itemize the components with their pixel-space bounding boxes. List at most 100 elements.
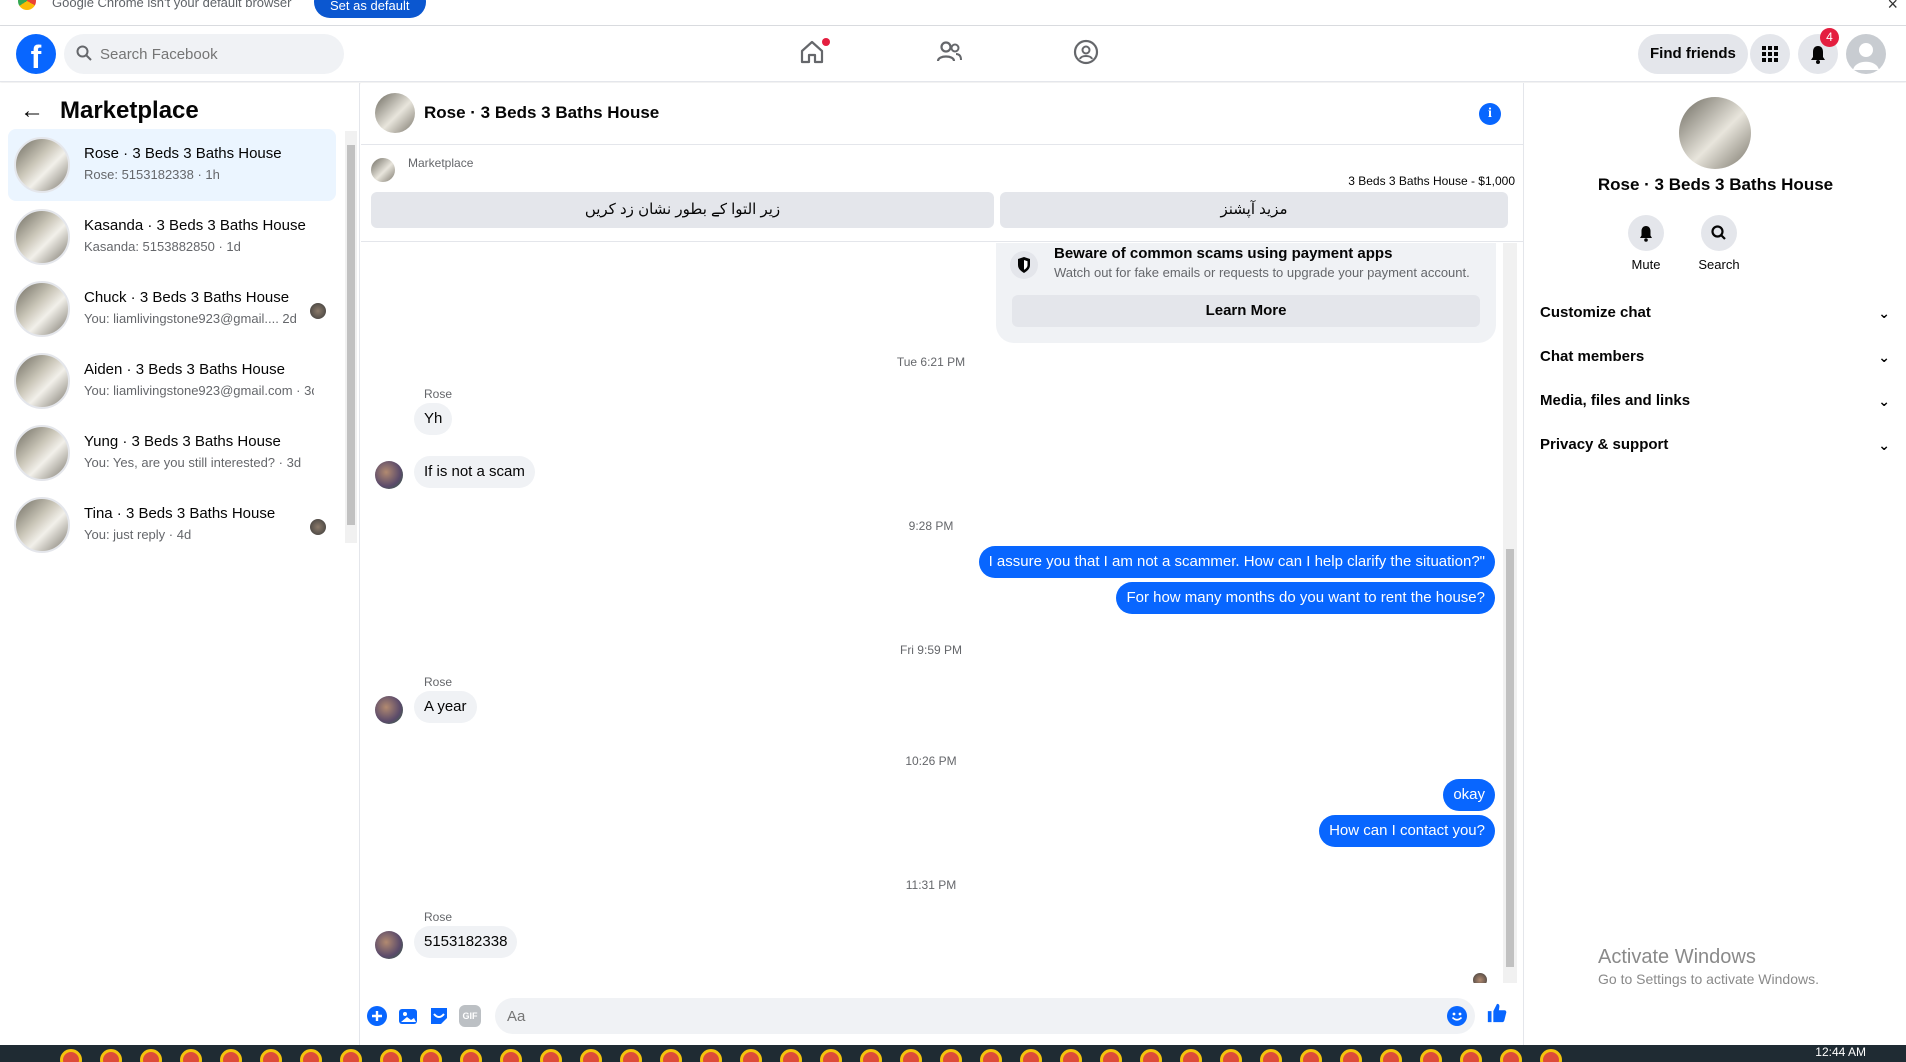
customize-chat-item[interactable]: Customize chat ⌄ (1540, 291, 1890, 335)
message-thread-scrollbar[interactable] (1503, 243, 1517, 983)
chrome-taskbar-icon[interactable] (740, 1049, 762, 1062)
message-bubble-incoming[interactable]: If is not a scam (414, 456, 535, 488)
listing-price[interactable]: 3 Beds 3 Baths House - $1,000 (1348, 174, 1515, 188)
message-input-field[interactable] (495, 998, 1475, 1034)
chrome-taskbar-icon[interactable] (1100, 1049, 1122, 1062)
gif-icon[interactable]: GIF (459, 1005, 481, 1027)
chrome-taskbar-icon[interactable] (1500, 1049, 1522, 1062)
conversation-item-yung[interactable]: Yung · 3 Beds 3 Baths House You: Yes, ar… (8, 417, 336, 489)
chat-members-item[interactable]: Chat members ⌄ (1540, 335, 1890, 379)
seen-avatar-icon (1473, 973, 1487, 983)
sender-avatar[interactable] (375, 696, 403, 724)
conversation-item-kasanda[interactable]: Kasanda · 3 Beds 3 Baths House Kasanda: … (8, 201, 336, 273)
mark-pending-button[interactable]: زیر التوا کے بطور نشان زد کریں (371, 192, 994, 228)
groups-icon[interactable] (1072, 38, 1104, 70)
sender-avatar[interactable] (375, 931, 403, 959)
message-bubble-outgoing[interactable]: For how many months do you want to rent … (1116, 582, 1495, 614)
chrome-taskbar-icon[interactable] (420, 1049, 442, 1062)
plus-icon[interactable] (366, 1005, 388, 1027)
message-bubble-incoming[interactable]: A year (414, 691, 477, 723)
conversation-item-aiden[interactable]: Aiden · 3 Beds 3 Baths House You: liamli… (8, 345, 336, 417)
scrollbar-thumb[interactable] (347, 145, 355, 525)
bell-icon[interactable] (1628, 215, 1664, 251)
chrome-taskbar-icon[interactable] (1340, 1049, 1362, 1062)
activate-title: Activate Windows (1598, 946, 1756, 968)
close-icon[interactable]: × (1887, 0, 1898, 15)
back-arrow-icon[interactable]: ← (20, 97, 44, 125)
privacy-support-item[interactable]: Privacy & support ⌄ (1540, 423, 1890, 467)
search-icon[interactable] (1701, 215, 1737, 251)
chrome-taskbar-icon[interactable] (500, 1049, 522, 1062)
chrome-taskbar-icon[interactable] (700, 1049, 722, 1062)
chrome-taskbar-icon[interactable] (220, 1049, 242, 1062)
chrome-taskbar-icon[interactable] (1140, 1049, 1162, 1062)
chrome-taskbar-icon[interactable] (1380, 1049, 1402, 1062)
like-thumbs-up-icon[interactable] (1486, 1002, 1508, 1024)
conversation-avatar[interactable] (1679, 97, 1751, 169)
chrome-taskbar-icon[interactable] (1540, 1049, 1562, 1062)
info-icon[interactable]: i (1479, 103, 1501, 125)
chrome-taskbar-icon[interactable] (460, 1049, 482, 1062)
media-files-links-item[interactable]: Media, files and links ⌄ (1540, 379, 1890, 423)
chrome-taskbar-icon[interactable] (1420, 1049, 1442, 1062)
chrome-taskbar-icon[interactable] (900, 1049, 922, 1062)
chrome-taskbar-icon[interactable] (1020, 1049, 1042, 1062)
chrome-taskbar-icon[interactable] (140, 1049, 162, 1062)
chrome-taskbar-icon[interactable] (1460, 1049, 1482, 1062)
message-input[interactable] (507, 998, 1407, 1034)
scrollbar-thumb[interactable] (1506, 549, 1514, 967)
menu-grid-icon[interactable] (1750, 34, 1790, 74)
chrome-taskbar-icon[interactable] (380, 1049, 402, 1062)
seen-avatar-icon (310, 303, 326, 319)
conversation-item-tina[interactable]: Tina · 3 Beds 3 Baths House You: just re… (8, 489, 336, 561)
message-bubble-outgoing[interactable]: How can I contact you? (1319, 815, 1495, 847)
chrome-taskbar-icon[interactable] (260, 1049, 282, 1062)
chrome-taskbar-icon[interactable] (860, 1049, 882, 1062)
search-input[interactable] (100, 34, 330, 74)
sticker-icon[interactable] (428, 1005, 450, 1027)
conversation-list-scrollbar[interactable] (345, 131, 357, 543)
photo-icon[interactable] (397, 1005, 419, 1027)
taskbar-clock[interactable]: 12:44 AM (1815, 1045, 1866, 1059)
facebook-logo[interactable]: f (16, 34, 56, 74)
conversation-item-rose[interactable]: Rose · 3 Beds 3 Baths House Rose: 515318… (8, 129, 336, 201)
search-box[interactable] (64, 34, 344, 74)
home-icon[interactable] (798, 38, 830, 70)
sender-avatar[interactable] (375, 461, 403, 489)
find-friends-button[interactable]: Find friends (1638, 34, 1748, 74)
friends-icon[interactable] (935, 38, 967, 70)
chrome-taskbar-icon[interactable] (340, 1049, 362, 1062)
chrome-taskbar-icon[interactable] (60, 1049, 82, 1062)
chrome-taskbar-icon[interactable] (580, 1049, 602, 1062)
chat-avatar[interactable] (375, 93, 415, 133)
chrome-taskbar-icon[interactable] (100, 1049, 122, 1062)
chrome-taskbar-icon[interactable] (1180, 1049, 1202, 1062)
conversation-item-chuck[interactable]: Chuck · 3 Beds 3 Baths House You: liamli… (8, 273, 336, 345)
learn-more-button[interactable]: Learn More (1012, 295, 1480, 327)
message-bubble-incoming[interactable]: 5153182338 (414, 926, 518, 958)
chrome-taskbar-icon[interactable] (820, 1049, 842, 1062)
chrome-taskbar-icon[interactable] (180, 1049, 202, 1062)
chrome-taskbar-icon[interactable] (660, 1049, 682, 1062)
chrome-taskbar-icon[interactable] (1260, 1049, 1282, 1062)
sender-name: Rose (424, 675, 453, 689)
profile-avatar[interactable] (1846, 34, 1886, 74)
chrome-taskbar-icon[interactable] (300, 1049, 322, 1062)
mute-action[interactable]: Mute (1616, 215, 1676, 272)
emoji-icon[interactable] (1447, 1006, 1467, 1026)
chrome-taskbar-icon[interactable] (940, 1049, 962, 1062)
chrome-taskbar-icon[interactable] (1300, 1049, 1322, 1062)
chat-title[interactable]: Rose · 3 Beds 3 Baths House (424, 103, 659, 123)
chrome-taskbar-icon[interactable] (780, 1049, 802, 1062)
message-bubble-incoming[interactable]: Yh (414, 403, 453, 435)
chrome-taskbar-icon[interactable] (980, 1049, 1002, 1062)
chrome-taskbar-icon[interactable] (1060, 1049, 1082, 1062)
message-bubble-outgoing[interactable]: okay (1443, 779, 1495, 811)
set-as-default-button[interactable]: Set as default (314, 0, 426, 18)
chrome-taskbar-icon[interactable] (1220, 1049, 1242, 1062)
chrome-taskbar-icon[interactable] (540, 1049, 562, 1062)
message-bubble-outgoing[interactable]: I assure you that I am not a scammer. Ho… (978, 546, 1495, 578)
search-action[interactable]: Search (1689, 215, 1749, 272)
more-options-button[interactable]: مزید آپشنز (1000, 192, 1508, 228)
chrome-taskbar-icon[interactable] (620, 1049, 642, 1062)
